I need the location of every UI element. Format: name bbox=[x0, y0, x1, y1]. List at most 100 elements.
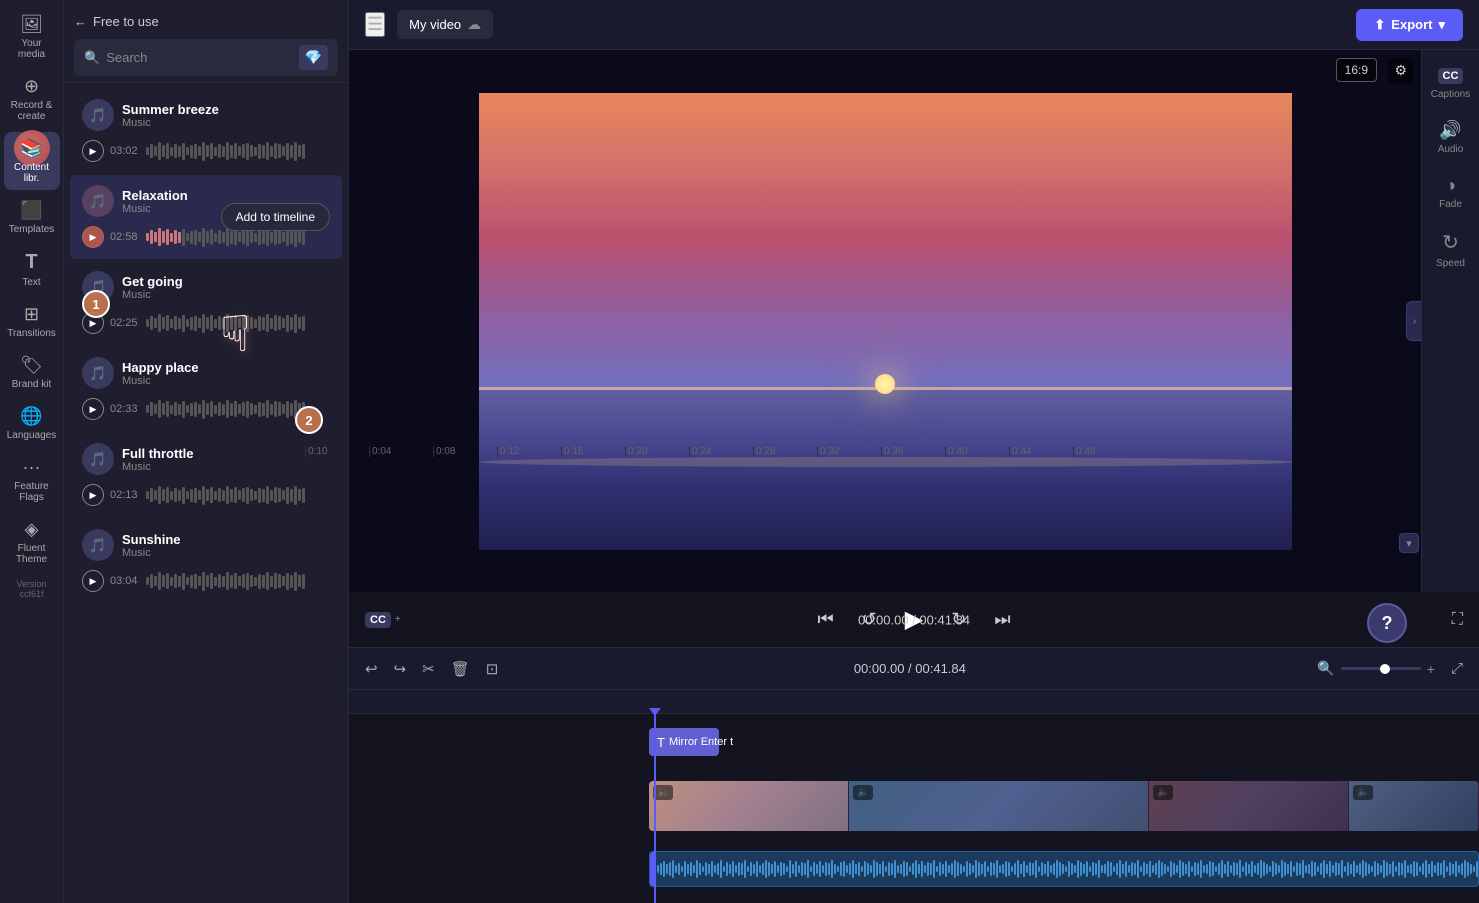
sidebar-item-templates[interactable]: ⬛ Templates bbox=[4, 194, 60, 241]
sidebar-item-record-create[interactable]: ⊕ Record & create bbox=[4, 70, 60, 128]
sidebar-item-label: Templates bbox=[9, 224, 55, 235]
feature-flags-icon: ··· bbox=[23, 457, 41, 478]
sidebar-item-transitions[interactable]: ⊞ Transitions bbox=[4, 298, 60, 345]
sidebar-item-label: Text bbox=[22, 277, 40, 288]
music-genre: Music bbox=[122, 375, 330, 387]
main-area: ☰ My video ☁ ⬆ Export ▾ ⚙ bbox=[349, 0, 1479, 903]
duration: 02:33 bbox=[110, 403, 140, 415]
search-icon: 🔍 bbox=[84, 50, 100, 66]
cc-badge: CC bbox=[1438, 68, 1464, 84]
audio-icon: 🔊 bbox=[1439, 120, 1461, 141]
expand-timeline-button[interactable]: ⤢ bbox=[1447, 656, 1467, 681]
search-input[interactable] bbox=[106, 50, 292, 65]
music-title: Summer breeze bbox=[122, 102, 330, 117]
timeline-tracks: T Mirror Enter t 🔈 🔈 bbox=[349, 714, 1479, 903]
timeline-area: ↩ ↪ ✂ 🗑 ⊡ 00:00.00 / 00:41.84 🔍 + ⤢ 0:10… bbox=[349, 648, 1479, 903]
music-title: Happy place bbox=[122, 360, 330, 375]
brand-icon: 🏷 bbox=[20, 355, 43, 376]
sidebar-item-text[interactable]: T Text bbox=[4, 245, 60, 294]
back-button[interactable]: ← Free to use bbox=[74, 10, 338, 33]
sidebar-item-content-library[interactable]: 📚 Content libr. bbox=[4, 132, 60, 190]
music-genre: Music bbox=[122, 547, 330, 559]
zoom-controls: 🔍 + bbox=[1317, 660, 1435, 677]
version-badge: Version ccf61f bbox=[0, 575, 63, 603]
volume-icon: 🔈 bbox=[653, 785, 673, 800]
list-item[interactable]: 🎵 Relaxation Music ▶ 02:58 Add to timeli… bbox=[70, 175, 342, 259]
sidebar-item-languages[interactable]: 🌐 Languages bbox=[4, 400, 60, 447]
sidebar-item-fluent-theme[interactable]: ◈ Fluent Theme bbox=[4, 513, 60, 571]
duration: 03:04 bbox=[110, 575, 140, 587]
aspect-ratio-badge[interactable]: 16:9 bbox=[1336, 58, 1377, 82]
fade-label: Fade bbox=[1439, 199, 1462, 210]
export-button[interactable]: ⬆ Export ▾ bbox=[1356, 9, 1463, 41]
play-button[interactable]: ▶ bbox=[82, 312, 104, 334]
playhead[interactable] bbox=[654, 714, 656, 903]
play-button[interactable]: ▶ bbox=[82, 140, 104, 162]
waveform bbox=[146, 139, 330, 163]
audio-panel-item[interactable]: 🔊 Audio bbox=[1426, 114, 1476, 161]
left-sidebar: 🖼 Your media ⊕ Record & create 📚 Content… bbox=[0, 0, 64, 903]
audio-waveform: (function(){ const wf = document.current… bbox=[650, 852, 1479, 886]
zoom-slider[interactable] bbox=[1341, 667, 1421, 670]
music-controls: ▶ 03:02 bbox=[82, 139, 330, 163]
fluent-theme-icon: ◈ bbox=[25, 519, 39, 540]
settings-icon: ⚙ bbox=[1394, 62, 1407, 78]
play-button[interactable]: ▶ bbox=[82, 484, 104, 506]
duration: 02:58 bbox=[110, 231, 140, 243]
video-track-clip[interactable]: 🔈 🔈 🔈 🔈 bbox=[649, 781, 1479, 831]
text-clip[interactable]: T Mirror Enter t bbox=[649, 728, 719, 756]
list-item[interactable]: 🎵 Full throttle Music ▶ 02:13 bbox=[70, 433, 342, 517]
captions-label: Captions bbox=[1431, 89, 1470, 100]
sidebar-item-feature-flags[interactable]: ··· Feature Flags bbox=[4, 451, 60, 509]
music-icon: 🎵 bbox=[82, 271, 114, 303]
back-arrow-icon: ← bbox=[74, 14, 87, 29]
captions-panel-item[interactable]: CC Captions bbox=[1426, 62, 1476, 106]
music-title: Sunshine bbox=[122, 532, 330, 547]
audio-track-clip[interactable]: (function(){ const wf = document.current… bbox=[649, 851, 1479, 887]
text-clip-icon: T bbox=[657, 735, 665, 750]
waveform bbox=[146, 397, 330, 421]
speed-icon: ↻ bbox=[1442, 230, 1459, 255]
zoom-out-icon[interactable]: 🔍 bbox=[1317, 660, 1334, 677]
play-button[interactable]: ▶ bbox=[82, 398, 104, 420]
fullscreen-button[interactable]: ⛶ bbox=[1452, 611, 1463, 629]
collapse-timeline-button[interactable]: ▾ bbox=[1399, 533, 1419, 553]
waveform bbox=[146, 311, 330, 335]
list-item[interactable]: 🎵 Happy place Music ▶ 02:33 bbox=[70, 347, 342, 431]
sidebar-item-brand[interactable]: 🏷 Brand kit bbox=[4, 349, 60, 396]
play-button[interactable]: ▶ bbox=[82, 570, 104, 592]
music-genre: Music bbox=[122, 117, 330, 129]
sidebar-item-your-media[interactable]: 🖼 Your media bbox=[4, 8, 60, 66]
music-controls: ▶ 02:33 bbox=[82, 397, 330, 421]
waveform bbox=[146, 483, 330, 507]
sidebar-item-label: Fluent Theme bbox=[8, 543, 56, 565]
help-button[interactable]: ? bbox=[1367, 603, 1407, 643]
track-content-video: 🔈 🔈 🔈 🔈 bbox=[649, 779, 1479, 839]
volume-icon: 🔈 bbox=[853, 785, 873, 800]
track-row-audio: (function(){ const wf = document.current… bbox=[349, 843, 1479, 893]
sidebar-item-label: Brand kit bbox=[12, 379, 51, 390]
volume-icon: 🔈 bbox=[1153, 785, 1173, 800]
play-button[interactable]: ▶ bbox=[82, 226, 104, 248]
music-controls: ▶ 02:25 bbox=[82, 311, 330, 335]
list-item[interactable]: 🎵 Sunshine Music ▶ 03:04 bbox=[70, 519, 342, 603]
music-title: Relaxation bbox=[122, 188, 330, 203]
text-icon: T bbox=[25, 251, 37, 274]
sidebar-item-label: Transitions bbox=[7, 328, 56, 339]
transitions-icon: ⊞ bbox=[24, 304, 39, 325]
collapse-panel-button[interactable]: › bbox=[1406, 301, 1421, 341]
video-settings-button[interactable]: ⚙ bbox=[1388, 58, 1413, 84]
fade-panel-item[interactable]: ◑ Fade bbox=[1426, 169, 1476, 216]
right-panel: CC Captions 🔊 Audio ◑ Fade ↻ Speed bbox=[1421, 50, 1479, 592]
chevron-down-icon: ▾ bbox=[1406, 537, 1412, 550]
text-clip-label: Mirror Enter t bbox=[669, 736, 733, 748]
speed-panel-item[interactable]: ↻ Speed bbox=[1426, 224, 1476, 275]
duration: 03:02 bbox=[110, 145, 140, 157]
zoom-in-icon[interactable]: + bbox=[1427, 661, 1435, 677]
track-row-text: T Mirror Enter t bbox=[349, 720, 1479, 775]
list-item[interactable]: 🎵 Summer breeze Music ▶ 03:02 bbox=[70, 89, 342, 173]
export-chevron-icon: ▾ bbox=[1438, 17, 1445, 33]
list-item[interactable]: 🎵 Get going Music ▶ 02:25 bbox=[70, 261, 342, 345]
speed-label: Speed bbox=[1436, 258, 1465, 269]
music-title: Full throttle bbox=[122, 446, 330, 461]
